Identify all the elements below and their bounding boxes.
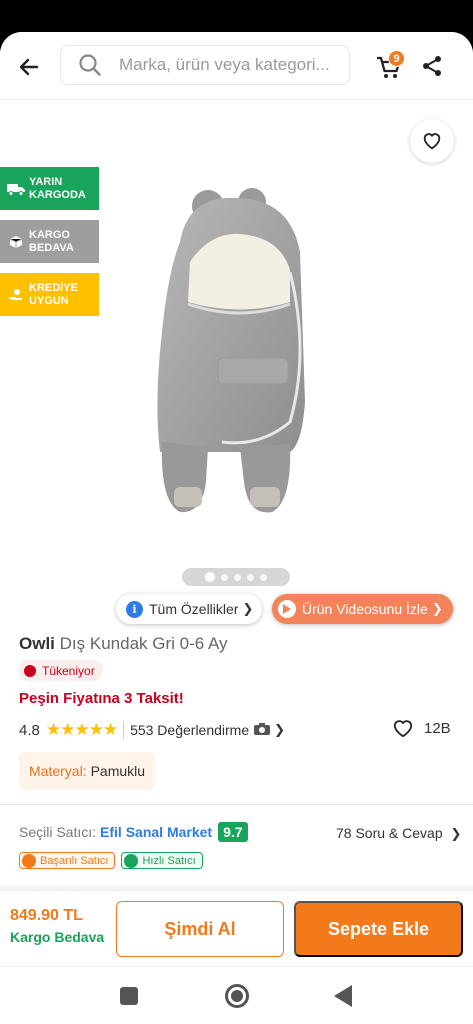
section-divider — [0, 804, 473, 805]
box-icon — [6, 235, 26, 249]
chevron-right-icon: ❯ — [274, 722, 286, 737]
material-key: Materyal: — [29, 763, 87, 779]
fast-seller-badge: Hızlı Satıcı — [121, 852, 203, 869]
credit-hand-icon — [6, 288, 26, 302]
share-icon[interactable] — [420, 54, 444, 78]
favorite-count-label: 12B — [424, 719, 451, 737]
watch-video-button[interactable]: Ürün Videosunu İzle ❯ — [272, 594, 453, 624]
back-arrow-icon[interactable] — [14, 52, 44, 82]
seller-score-badge: 9.7 — [218, 822, 248, 842]
free-cargo-label: KARGO BEDAVA — [29, 228, 74, 254]
home-button[interactable] — [225, 984, 249, 1008]
credit-label: KREDİYE UYGUN — [29, 281, 78, 307]
material-attribute: Materyal: Pamuklu — [19, 752, 156, 790]
seller-label: Seçili Satıcı: — [19, 824, 97, 840]
product-brand[interactable]: Owli — [19, 634, 55, 653]
rating-stars: ★★★★★ — [45, 720, 118, 739]
search-input[interactable] — [119, 55, 339, 75]
divider — [123, 721, 125, 739]
truck-icon — [6, 182, 26, 196]
gallery-dot[interactable] — [260, 573, 267, 581]
search-icon — [79, 54, 101, 76]
heart-icon — [393, 720, 413, 738]
favorite-count[interactable]: 12B — [392, 718, 451, 738]
chevron-right-icon: ❯ — [431, 601, 443, 616]
seller-info: Seçili Satıcı: Efil Sanal Market 9.7 — [19, 822, 248, 842]
recents-button[interactable] — [120, 987, 138, 1005]
credit-tag: KREDİYE UYGUN — [0, 273, 99, 316]
stock-status-badge: Tükeniyor — [19, 660, 103, 681]
purchase-bar: 849.90 TL Kargo Bedava Şimdi Al Sepete E… — [0, 890, 473, 964]
gallery-dot[interactable] — [221, 573, 228, 581]
chevron-right-icon: ❯ — [242, 601, 254, 616]
back-button[interactable] — [334, 985, 352, 1007]
seller-badges: Başarılı Satıcı Hızlı Satıcı — [19, 852, 203, 869]
fast-seller-label: Hızlı Satıcı — [142, 854, 196, 867]
tomorrow-cargo-label: YARIN KARGODA — [29, 175, 86, 201]
gallery-dot[interactable] — [247, 573, 254, 581]
material-value: Pamuklu — [90, 763, 146, 779]
product-page: 9 YARIN KARGODA KARGO BEDAVA KREDİYE UYG… — [0, 32, 473, 1024]
price: 849.90 TL — [10, 907, 83, 924]
clock-icon — [24, 664, 36, 677]
award-icon — [22, 853, 36, 868]
free-shipping-label: Kargo Bedava — [10, 929, 105, 945]
product-title: Owli Dış Kundak Gri 0-6 Ay — [19, 634, 228, 654]
favorite-button[interactable] — [410, 119, 454, 163]
questions-answers-link[interactable]: 78 Soru & Cevap ❯ — [336, 825, 461, 842]
fast-truck-icon — [124, 853, 139, 868]
gallery-dot[interactable] — [234, 573, 241, 581]
successful-seller-label: Başarılı Satıcı — [40, 854, 109, 867]
home-icon — [231, 990, 243, 1002]
product-name: Dış Kundak Gri 0-6 Ay — [59, 634, 228, 653]
reviews-count[interactable]: 553 Değerlendirme — [130, 722, 249, 738]
search-bar[interactable] — [60, 45, 350, 85]
gallery-dot[interactable] — [205, 572, 215, 582]
successful-seller-badge: Başarılı Satıcı — [19, 852, 116, 869]
qa-label: 78 Soru & Cevap — [336, 825, 443, 841]
product-image[interactable] — [140, 182, 340, 522]
add-to-cart-button[interactable]: Sepete Ekle — [294, 901, 463, 957]
cart-count-badge: 9 — [388, 50, 405, 67]
buy-now-button[interactable]: Şimdi Al — [116, 901, 284, 957]
stock-status-label: Tükeniyor — [42, 663, 95, 678]
tomorrow-cargo-tag: YARIN KARGODA — [0, 167, 99, 210]
heart-icon — [423, 133, 441, 150]
camera-icon — [254, 722, 271, 739]
system-navigation-bar — [0, 966, 473, 1024]
all-features-button[interactable]: i Tüm Özellikler ❯ — [116, 594, 262, 624]
all-features-label: Tüm Özellikler — [149, 601, 239, 617]
seller-name[interactable]: Efil Sanal Market — [100, 824, 212, 840]
chevron-right-icon: ❯ — [450, 826, 462, 841]
info-icon: i — [126, 600, 143, 618]
watch-video-label: Ürün Videosunu İzle — [302, 601, 428, 617]
rating-value: 4.8 — [19, 721, 40, 739]
gallery-indicator[interactable] — [182, 568, 290, 586]
top-bar: 9 — [0, 32, 473, 100]
free-cargo-tag: KARGO BEDAVA — [0, 220, 99, 263]
play-icon — [278, 600, 296, 618]
installment-text: Peşin Fiyatına 3 Taksit! — [19, 690, 184, 707]
